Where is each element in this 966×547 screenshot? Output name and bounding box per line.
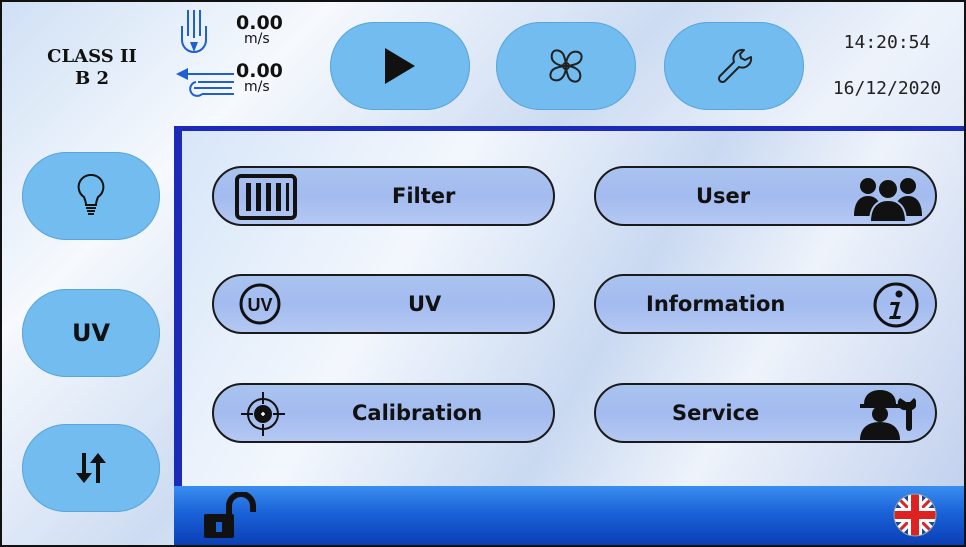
lightbulb-icon: [77, 173, 105, 215]
service-technician-icon: [860, 390, 916, 440]
start-button[interactable]: [330, 22, 470, 110]
up-down-arrows-icon: [76, 453, 106, 483]
service-menu-button[interactable]: Service: [594, 383, 937, 443]
filter-label: Filter: [392, 184, 456, 208]
light-button[interactable]: [22, 152, 160, 240]
user-menu-button[interactable]: User: [594, 166, 937, 226]
uv-label: UV: [408, 292, 442, 316]
class-line-1: CLASS II: [47, 46, 137, 67]
fan-button[interactable]: [496, 22, 636, 110]
uv-circle-text: UV: [247, 295, 272, 315]
uv-lamp-label: UV: [71, 319, 111, 347]
information-label: Information: [646, 292, 786, 316]
user-label: User: [696, 184, 751, 208]
fan-icon: [549, 49, 583, 83]
status-bar: [174, 486, 964, 545]
class-line-2: B 2: [74, 68, 109, 89]
downflow-readout: 0.00 m/s: [174, 8, 304, 58]
uv-circle-icon: UV: [239, 283, 281, 325]
uv-lamp-button[interactable]: UV: [22, 289, 160, 377]
unlocked-padlock-icon[interactable]: [200, 492, 266, 540]
users-group-icon: [854, 178, 922, 222]
uk-flag-icon[interactable]: [892, 492, 938, 538]
cabinet-class-label: CLASS II B 2: [32, 46, 152, 90]
wrench-icon: [717, 48, 753, 84]
clock-date: 16/12/2020: [832, 78, 942, 99]
service-label: Service: [672, 401, 760, 425]
calibration-menu-button[interactable]: Calibration: [212, 383, 555, 443]
information-menu-button[interactable]: Information: [594, 274, 937, 334]
calibration-label: Calibration: [352, 401, 483, 425]
uv-menu-button[interactable]: UV UV: [212, 274, 555, 334]
downflow-icon: [181, 10, 207, 53]
settings-button[interactable]: [664, 22, 804, 110]
filter-icon: [235, 174, 297, 220]
sash-updown-button[interactable]: [22, 424, 160, 512]
inflow-unit: m/s: [244, 79, 270, 95]
inflow-readout: 0.00 m/s: [174, 56, 304, 106]
clock-time: 14:20:54: [843, 32, 931, 53]
crosshair-icon: [241, 392, 285, 436]
play-icon: [385, 48, 415, 84]
downflow-unit: m/s: [244, 31, 270, 47]
inflow-icon: [176, 68, 234, 97]
biosafety-cabinet-screen: CLASS II B 2 0.00 m/s 0.00 m/s 14:20:54 …: [0, 0, 966, 547]
info-icon: [873, 282, 919, 328]
filter-menu-button[interactable]: Filter: [212, 166, 555, 226]
